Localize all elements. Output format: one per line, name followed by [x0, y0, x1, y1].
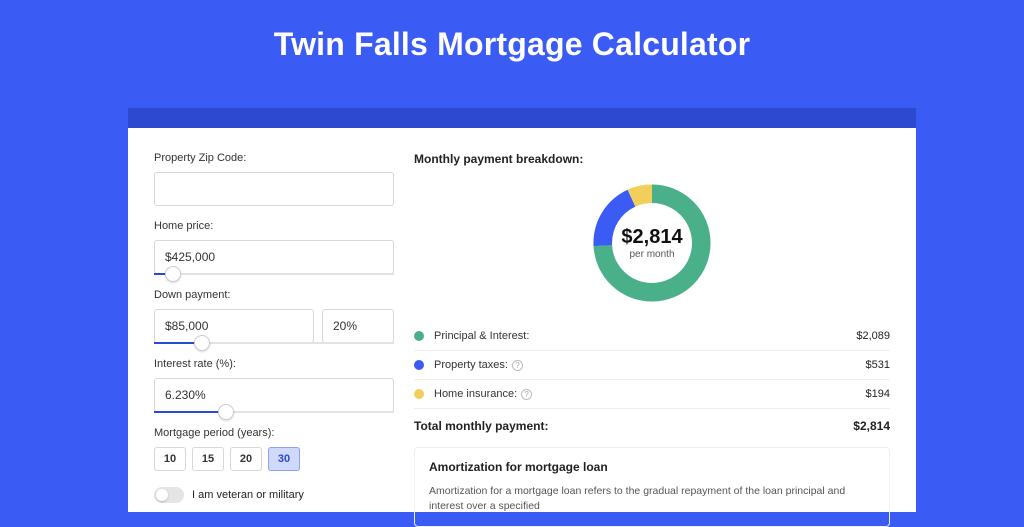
donut-sub: per month — [629, 249, 674, 260]
zip-input[interactable] — [154, 172, 394, 206]
down-payment-label: Down payment: — [154, 289, 394, 301]
interest-field: Interest rate (%): — [154, 358, 394, 413]
period-label: Mortgage period (years): — [154, 427, 394, 439]
legend-label: Property taxes:? — [434, 359, 866, 371]
veteran-toggle[interactable] — [154, 487, 184, 503]
info-icon[interactable]: ? — [512, 360, 523, 371]
calculator-panel: Property Zip Code: Home price: Down paym… — [128, 128, 916, 512]
zip-label: Property Zip Code: — [154, 152, 394, 164]
total-amount: $2,814 — [853, 419, 890, 433]
donut-chart: $2,814 per month — [587, 178, 717, 308]
down-payment-slider-thumb[interactable] — [194, 335, 210, 351]
period-button-10[interactable]: 10 — [154, 447, 186, 471]
home-price-field: Home price: — [154, 220, 394, 275]
legend-row: Home insurance:?$194 — [414, 380, 890, 409]
page-title: Twin Falls Mortgage Calculator — [0, 0, 1024, 87]
veteran-label: I am veteran or military — [192, 489, 304, 501]
period-button-30[interactable]: 30 — [268, 447, 300, 471]
amortization-title: Amortization for mortgage loan — [429, 460, 875, 474]
down-payment-pct-input[interactable] — [322, 309, 394, 343]
home-price-input[interactable] — [154, 240, 394, 274]
period-button-15[interactable]: 15 — [192, 447, 224, 471]
period-button-20[interactable]: 20 — [230, 447, 262, 471]
legend-row: Property taxes:?$531 — [414, 351, 890, 380]
interest-label: Interest rate (%): — [154, 358, 394, 370]
total-row: Total monthly payment: $2,814 — [414, 409, 890, 447]
info-icon[interactable]: ? — [521, 389, 532, 400]
down-payment-input[interactable] — [154, 309, 314, 343]
home-price-slider-thumb[interactable] — [165, 266, 181, 282]
down-payment-slider[interactable] — [154, 342, 394, 344]
legend: Principal & Interest:$2,089Property taxe… — [414, 322, 890, 409]
breakdown-column: Monthly payment breakdown: $2,814 per mo… — [414, 152, 890, 512]
interest-slider[interactable] — [154, 411, 394, 413]
period-field: Mortgage period (years): 10152030 — [154, 427, 394, 471]
legend-label: Home insurance:? — [434, 388, 866, 400]
legend-dot-icon — [414, 331, 424, 341]
interest-slider-thumb[interactable] — [218, 404, 234, 420]
zip-field: Property Zip Code: — [154, 152, 394, 206]
breakdown-title: Monthly payment breakdown: — [414, 152, 890, 166]
interest-input[interactable] — [154, 378, 394, 412]
legend-value: $531 — [866, 359, 890, 371]
home-price-slider[interactable] — [154, 273, 394, 275]
legend-value: $2,089 — [856, 330, 890, 342]
legend-label: Principal & Interest: — [434, 330, 856, 342]
total-label: Total monthly payment: — [414, 419, 853, 433]
legend-dot-icon — [414, 389, 424, 399]
amortization-card: Amortization for mortgage loan Amortizat… — [414, 447, 890, 527]
legend-dot-icon — [414, 360, 424, 370]
amortization-text: Amortization for a mortgage loan refers … — [429, 484, 875, 514]
inputs-column: Property Zip Code: Home price: Down paym… — [154, 152, 394, 512]
top-accent-bar — [128, 108, 916, 128]
donut-chart-wrap: $2,814 per month — [414, 178, 890, 308]
donut-total: $2,814 — [621, 226, 682, 249]
home-price-label: Home price: — [154, 220, 394, 232]
legend-row: Principal & Interest:$2,089 — [414, 322, 890, 351]
veteran-row: I am veteran or military — [154, 487, 394, 503]
down-payment-field: Down payment: — [154, 289, 394, 344]
legend-value: $194 — [866, 388, 890, 400]
